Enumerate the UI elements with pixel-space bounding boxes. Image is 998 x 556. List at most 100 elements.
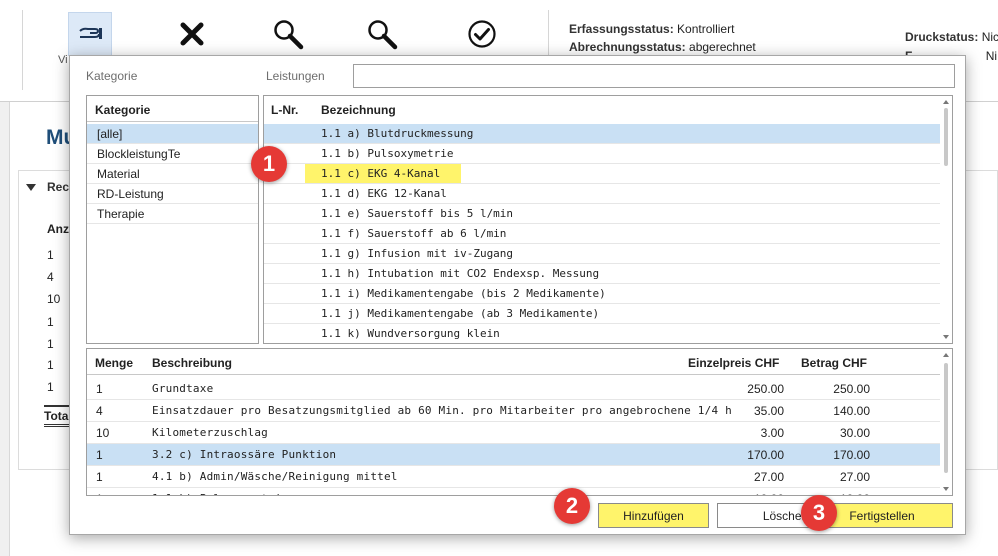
category-list-header: Kategorie: [87, 96, 258, 122]
position-menge: 10: [96, 426, 110, 440]
service-item[interactable]: 1.1 c) EKG 4-Kanal: [264, 164, 940, 184]
service-item[interactable]: 1.1 i) Medikamentengabe (bis 2 Medikamen…: [264, 284, 940, 304]
side-strip: [0, 102, 10, 556]
toolbar-label-fragment: Vi: [58, 54, 68, 66]
service-item[interactable]: 1.1 d) EKG 12-Kanal: [264, 184, 940, 204]
category-item-label: [alle]: [97, 127, 123, 141]
position-menge: 1: [96, 448, 103, 462]
search-icon: [274, 20, 304, 50]
position-row[interactable]: 1 3.2 c) Intraossäre Punktion 170.00 170.00: [87, 444, 940, 466]
service-item[interactable]: 1.1 e) Sauerstoff bis 5 l/min: [264, 204, 940, 224]
position-betrag: 27.00: [839, 470, 870, 484]
scroll-up-icon: [943, 100, 949, 104]
service-item[interactable]: 1.1 j) Medikamentengabe (ab 3 Medikament…: [264, 304, 940, 324]
bg-value: 1: [47, 358, 54, 372]
scroll-thumb: [944, 363, 948, 473]
service-item-label: 1.1 j) Medikamentengabe (ab 3 Medikament…: [321, 307, 600, 320]
service-item-label: 1.1 d) EKG 12-Kanal: [321, 187, 447, 200]
einzelpreis-header: Einzelpreis CHF: [688, 356, 780, 370]
position-beschreibung: 4.1 b) Admin/Wäsche/Reinigung mittel: [152, 470, 398, 483]
leistungen-search-input[interactable]: [353, 64, 955, 88]
positions-table-header: Menge Beschreibung Einzelpreis CHF Betra…: [87, 349, 940, 375]
beschreibung-header: Beschreibung: [152, 356, 233, 370]
abrechnung-status: Abrechnungsstatus: abgerechnet: [569, 40, 756, 54]
bg-value: 4: [47, 270, 54, 284]
bg-value: 1: [47, 337, 54, 351]
position-menge: 4: [96, 404, 103, 418]
category-item[interactable]: Material: [87, 164, 258, 184]
service-item[interactable]: 1.1 f) Sauerstoff ab 6 l/min: [264, 224, 940, 244]
service-list-scrollbar[interactable]: [940, 96, 952, 343]
betrag-header: Betrag CHF: [801, 356, 868, 370]
add-button[interactable]: Hinzufügen: [598, 503, 709, 528]
service-item-label: 1.1 a) Blutdruckmessung: [321, 127, 474, 140]
service-item[interactable]: 1.1 k) Wundversorgung klein: [264, 324, 940, 343]
service-list[interactable]: L-Nr. Bezeichnung 1.1 a) Blutdruckmessun…: [263, 95, 953, 344]
position-beschreibung: Grundtaxe: [152, 382, 214, 395]
position-row[interactable]: 1 1.1 k) Pulsoxymetrie 10.00 10.00: [87, 488, 940, 495]
position-row[interactable]: 10 Kilometerzuschlag 3.00 30.00: [87, 422, 940, 444]
service-item-label: 1.1 i) Medikamentengabe (bis 2 Medikamen…: [321, 287, 606, 300]
position-beschreibung: Kilometerzuschlag: [152, 426, 268, 439]
step-badge-3: 3: [801, 495, 837, 531]
kategorie-label: Kategorie: [86, 69, 138, 83]
search-alt-tool-button[interactable]: [360, 12, 404, 56]
collapse-triangle-icon[interactable]: [26, 184, 36, 191]
service-item-label: 1.1 e) Sauerstoff bis 5 l/min: [321, 207, 514, 220]
position-einzelpreis: 10.00: [754, 492, 784, 495]
position-betrag: 140.00: [833, 404, 870, 418]
service-item-label: 1.1 h) Intubation mit CO2 Endexsp. Messu…: [321, 267, 600, 280]
step-badge-2: 2: [554, 488, 590, 524]
service-item[interactable]: 1.1 b) Pulsoxymetrie: [264, 144, 940, 164]
category-item[interactable]: RD-Leistung: [87, 184, 258, 204]
menge-header: Menge: [95, 356, 134, 370]
position-betrag: 10.00: [840, 492, 870, 495]
position-row[interactable]: 1 Grundtaxe 250.00 250.00: [87, 378, 940, 400]
positions-table-scrollbar[interactable]: [940, 349, 952, 495]
position-betrag: 250.00: [833, 382, 870, 396]
bezeichnung-header: Bezeichnung: [321, 103, 396, 117]
category-item-label: BlockleistungTe: [97, 147, 181, 161]
position-menge: 1: [96, 470, 103, 484]
category-item-label: Material: [97, 167, 140, 181]
bg-value: 1: [47, 315, 54, 329]
lnr-header: L-Nr.: [271, 103, 299, 117]
position-row[interactable]: 4 Einsatzdauer pro Besatzungsmitglied ab …: [87, 400, 940, 422]
category-item[interactable]: BlockleistungTe: [87, 144, 258, 164]
position-betrag: 30.00: [839, 426, 870, 440]
service-item-label: 1.1 f) Sauerstoff ab 6 l/min: [321, 227, 507, 240]
service-item[interactable]: 1.1 h) Intubation mit CO2 Endexsp. Messu…: [264, 264, 940, 284]
service-tool-button[interactable]: [68, 12, 112, 56]
position-beschreibung: 3.2 c) Intraossäre Punktion: [152, 448, 337, 461]
service-item[interactable]: 1.1 a) Blutdruckmessung: [264, 124, 940, 144]
service-item-label: 1.1 b) Pulsoxymetrie: [321, 147, 454, 160]
bg-value: 10: [47, 292, 61, 306]
position-row[interactable]: 1 4.1 b) Admin/Wäsche/Reinigung mittel 27.…: [87, 466, 940, 488]
leistungen-dialog: Kategorie Leistungen Kategorie [alle] Blo…: [69, 55, 966, 535]
search-tool-button[interactable]: [266, 12, 310, 56]
bg-value: 1: [47, 248, 54, 262]
close-x-icon: [180, 22, 204, 46]
position-einzelpreis: 35.00: [753, 404, 784, 418]
position-einzelpreis: 170.00: [747, 448, 784, 462]
step-badge-1: 1: [251, 146, 287, 182]
leistungen-label: Leistungen: [266, 69, 325, 83]
scroll-down-icon: [943, 487, 949, 491]
column-header: Anz: [47, 222, 69, 236]
position-betrag: 170.00: [833, 448, 870, 462]
confirm-tool-button[interactable]: [460, 12, 504, 56]
scroll-down-icon: [943, 335, 949, 339]
erfassung-status: Erfassungsstatus: Kontrolliert: [569, 22, 735, 36]
position-menge: 1: [96, 492, 103, 495]
service-item-label: 1.1 k) Wundversorgung klein: [321, 327, 500, 340]
category-item[interactable]: [alle]: [87, 124, 258, 144]
position-beschreibung: Einsatzdauer pro Besatzungsmitglied ab 6…: [152, 404, 732, 417]
category-item-label: Therapie: [97, 207, 145, 221]
check-circle-icon: [468, 20, 496, 48]
section-title: Rec: [47, 180, 70, 194]
category-list[interactable]: Kategorie [alle] BlockleistungTe Material R…: [86, 95, 259, 344]
service-item[interactable]: 1.1 g) Infusion mit iv-Zugang: [264, 244, 940, 264]
delete-tool-button[interactable]: [170, 12, 214, 56]
positions-table[interactable]: Menge Beschreibung Einzelpreis CHF Betra…: [86, 348, 953, 496]
category-item[interactable]: Therapie: [87, 204, 258, 224]
